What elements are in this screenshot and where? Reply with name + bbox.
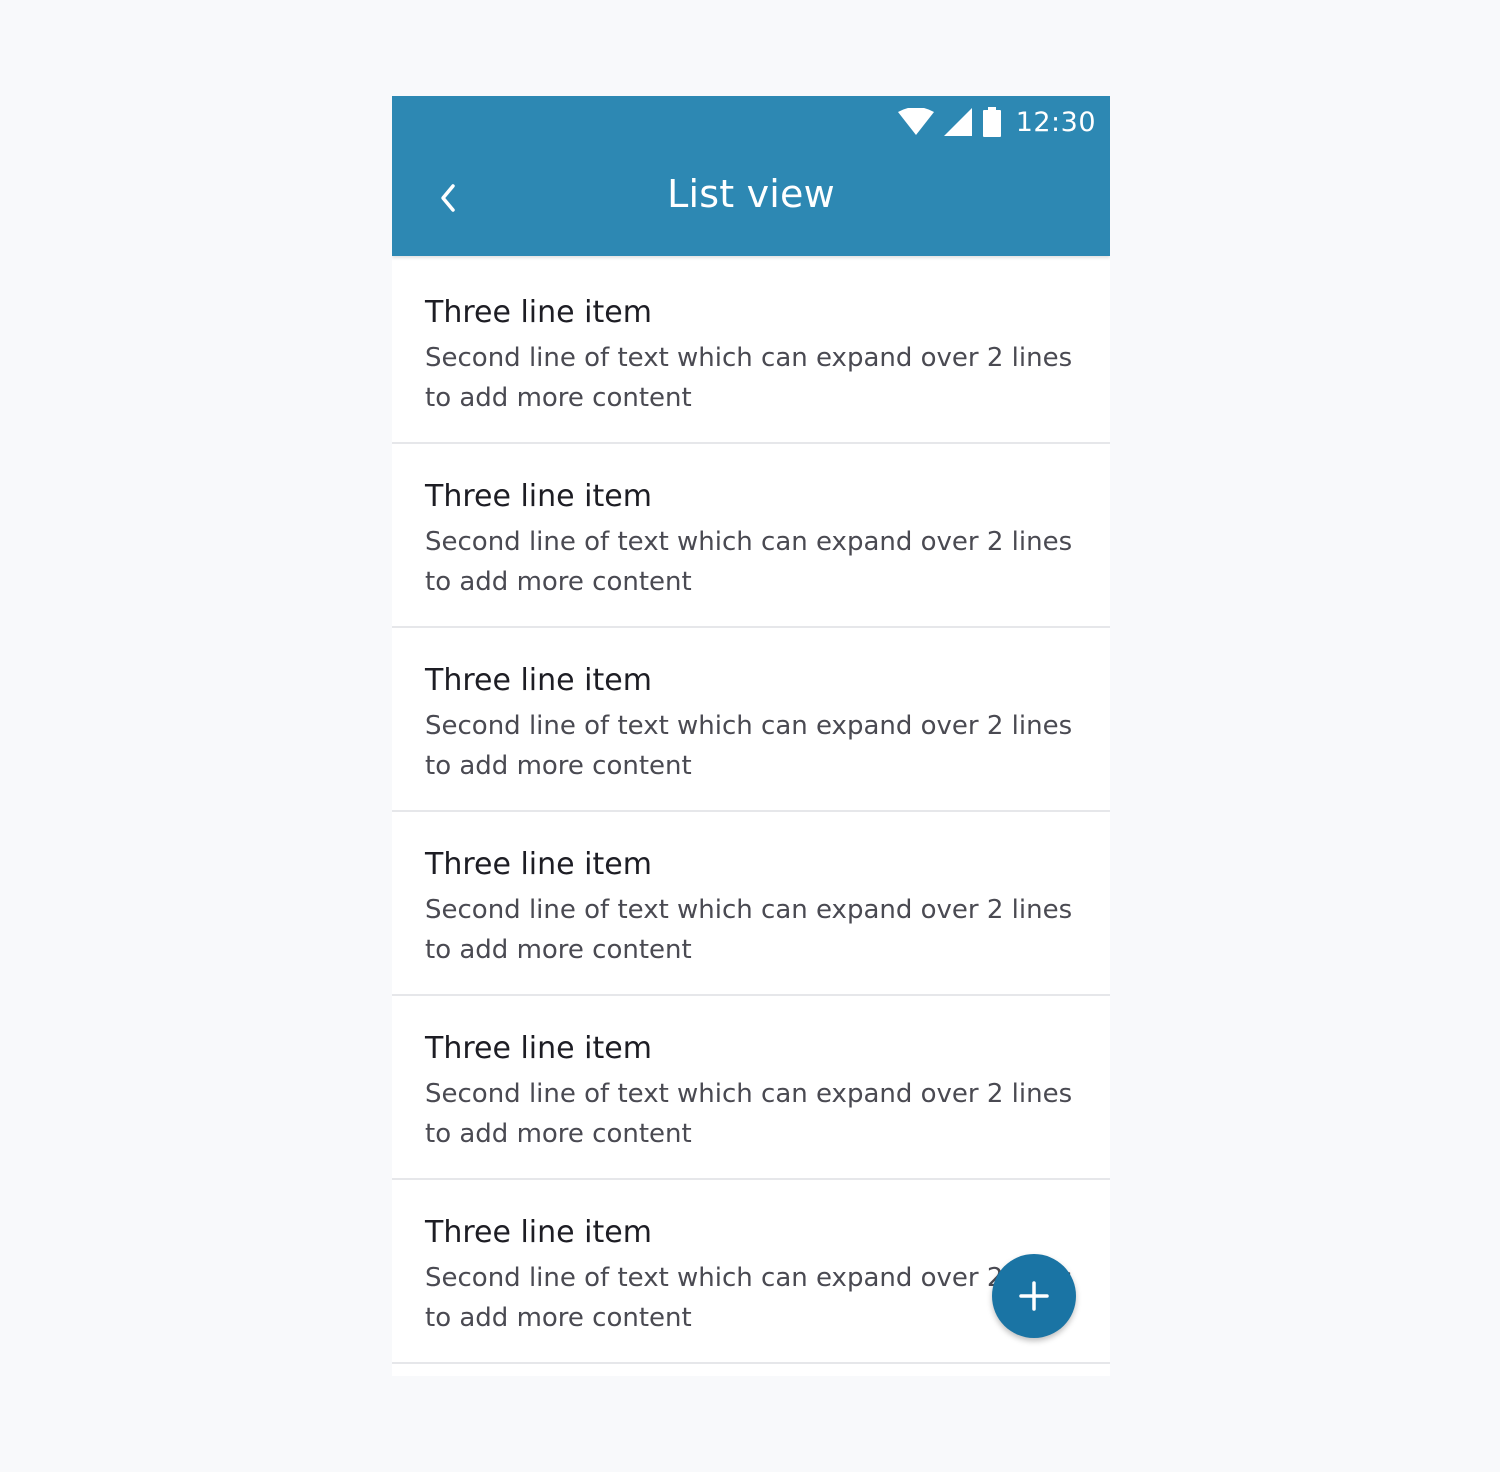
list-item-secondary-text: Second line of text which can expand ove… — [425, 1079, 1073, 1149]
wifi-icon — [897, 108, 934, 135]
list-item-secondary-text: Second line of text which can expand ove… — [425, 895, 1073, 965]
plus-icon — [1019, 1281, 1049, 1311]
list-item[interactable]: Three line item Second line of text whic… — [392, 628, 1110, 812]
app-bar: 12:30 List view — [392, 96, 1110, 256]
list-item-title: Three line item — [425, 663, 652, 698]
list-item-secondary-text: Second line of text which can expand ove… — [425, 527, 1073, 597]
status-bar: 12:30 — [897, 102, 1096, 142]
list-item[interactable]: Three line item Second line of text whic… — [392, 260, 1110, 444]
add-fab-button[interactable] — [992, 1254, 1076, 1338]
status-time: 12:30 — [1015, 106, 1096, 138]
list-item-title: Three line item — [425, 847, 652, 882]
list-item[interactable]: Three line item Second line of text whic… — [392, 996, 1110, 1180]
list-item[interactable]: Three line item Second line of text whic… — [392, 444, 1110, 628]
page-title: List view — [667, 172, 835, 216]
list-item-secondary-text: Second line of text which can expand ove… — [425, 711, 1073, 781]
list-item-secondary-text: Second line of text which can expand ove… — [425, 343, 1073, 413]
list-item-title: Three line item — [425, 1031, 652, 1066]
list-item-title: Three line item — [425, 295, 652, 330]
list-item-title: Three line item — [425, 1215, 652, 1250]
three-line-list: Three line item Second line of text whic… — [392, 260, 1110, 1364]
phone-screen: 12:30 List view Three line item Second l… — [392, 96, 1110, 1376]
list-item[interactable]: Three line item Second line of text whic… — [392, 812, 1110, 996]
list-item-title: Three line item — [425, 479, 652, 514]
battery-icon — [982, 107, 1001, 137]
cellular-signal-icon — [943, 108, 972, 136]
list-item-secondary-text: Second line of text which can expand ove… — [425, 1263, 1073, 1333]
